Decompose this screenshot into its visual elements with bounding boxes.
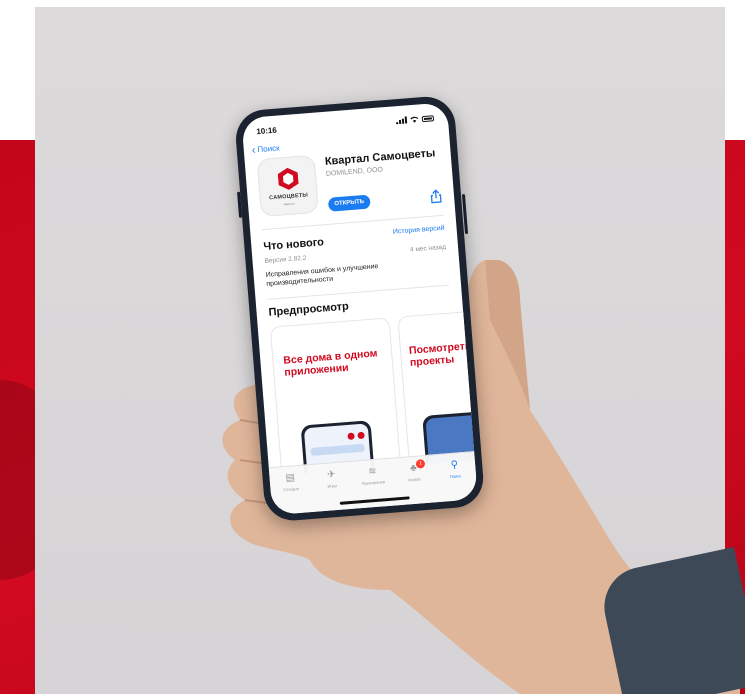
chevron-left-icon: ‹ <box>251 143 256 157</box>
app-developer[interactable]: DOMILEND, OOO <box>326 166 384 177</box>
version-label: Версия 2.82.2 <box>264 254 307 265</box>
logo-hexagon-icon <box>277 167 299 190</box>
open-button[interactable]: ОТКРЫТЬ <box>327 194 371 212</box>
status-time: 10:16 <box>256 125 278 137</box>
signal-icon <box>396 116 408 125</box>
share-icon[interactable] <box>429 189 442 204</box>
tab-label: Игры <box>327 482 338 489</box>
tab-search[interactable]: ⚲ Поиск <box>436 458 475 502</box>
preview-card[interactable]: Все дома в одном приложении <box>269 317 402 477</box>
status-bar: 10:16 <box>256 113 435 139</box>
preview-card-caption: Все дома в одном приложении <box>282 347 378 379</box>
phone-device: 10:16 ‹ Поиск САМОЦВЕТЫ квартал Квартал … <box>233 94 486 523</box>
search-icon: ⚲ <box>450 459 459 471</box>
tab-label: Сегодня <box>283 485 299 493</box>
app-icon: САМОЦВЕТЫ квартал <box>256 154 319 218</box>
divider <box>267 284 450 300</box>
preview-card[interactable]: Посмотреть проекты <box>397 310 478 467</box>
release-notes: Исправления ошибок и улучшение производи… <box>265 263 379 288</box>
notification-badge: 1 <box>415 459 426 469</box>
tab-games[interactable]: ✈ Игры <box>313 468 352 512</box>
preview-title: Предпросмотр <box>268 300 350 319</box>
tab-label: Arcade <box>407 476 421 483</box>
version-history-link[interactable]: История версий <box>393 225 445 236</box>
whats-new-title: Что нового <box>262 236 325 253</box>
tab-label: Приложения <box>361 479 386 487</box>
status-icons <box>396 114 435 125</box>
phone-group: 10:16 ‹ Поиск САМОЦВЕТЫ квартал Квартал … <box>159 93 501 536</box>
preview-card-caption: Посмотреть проекты <box>408 340 472 369</box>
release-age: 4 мес назад <box>409 243 447 254</box>
apps-icon: ≋ <box>367 465 377 478</box>
tab-today[interactable]: ▤ Сегодня <box>272 471 311 515</box>
wifi-icon <box>410 116 419 123</box>
back-label: Поиск <box>257 143 280 155</box>
battery-icon <box>421 114 435 122</box>
app-title: Квартал Самоцветы <box>324 147 436 168</box>
phone-screen: 10:16 ‹ Поиск САМОЦВЕТЫ квартал Квартал … <box>241 102 478 516</box>
tab-label: Поиск <box>449 473 462 480</box>
back-button[interactable]: ‹ Поиск <box>251 143 280 157</box>
games-icon: ✈ <box>326 469 336 481</box>
today-icon: ▤ <box>285 472 296 484</box>
